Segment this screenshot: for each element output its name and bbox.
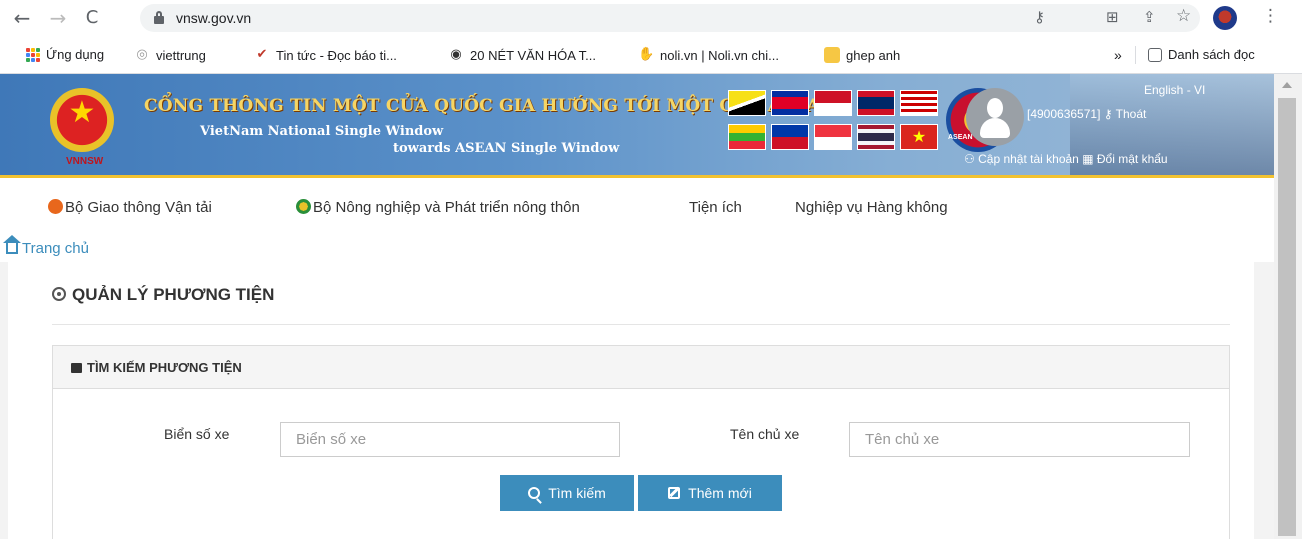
banner-subtitle-1: VietNam National Single Window xyxy=(200,124,444,139)
add-new-button[interactable]: Thêm mới xyxy=(638,475,782,511)
bookmark-label: noli.vn | Noli.vn chi... xyxy=(660,47,779,63)
laos-flag-icon xyxy=(857,90,895,116)
asean-flags: ★ xyxy=(728,90,940,154)
menu-item-label: Bộ Giao thông Vận tải xyxy=(65,199,212,216)
transport-icon xyxy=(48,199,63,214)
owner-label: Tên chủ xe xyxy=(730,426,800,442)
owner-name-input[interactable] xyxy=(849,422,1190,457)
user-avatar[interactable] xyxy=(966,88,1024,146)
reading-list-label: Danh sách đọc xyxy=(1168,47,1255,62)
bookmarks-bar: Ứng dụng ◎ viettrung ✔ Tin tức - Đọc báo… xyxy=(0,36,1302,74)
search-button-label: Tìm kiếm xyxy=(548,485,606,501)
plate-label: Biển số xe xyxy=(164,426,230,442)
main-menu: Bộ Giao thông Vận tải Bộ Nông nghiệp và … xyxy=(0,181,1274,237)
browser-menu-icon[interactable]: ⋮ xyxy=(1262,6,1279,26)
calendar-icon: ▦ xyxy=(1082,152,1094,166)
key-icon: ⚷ xyxy=(1103,107,1113,121)
banner-subtitle-2: towards ASEAN Single Window xyxy=(393,141,620,156)
malaysia-flag-icon xyxy=(900,90,938,116)
vietnam-flag-icon: ★ xyxy=(900,124,938,150)
globe-icon: ◉ xyxy=(450,47,462,62)
search-section-title-text: TÌM KIẾM PHƯƠNG TIỆN xyxy=(87,360,242,375)
browser-toolbar: ← → C vnsw.gov.vn ⚷ ⊞ ⇪ ☆ ⋮ xyxy=(0,0,1302,36)
translate-icon[interactable]: ⊞ xyxy=(1106,8,1119,26)
bookmark-label: Ứng dụng xyxy=(46,47,105,62)
national-emblem-icon[interactable]: ★ xyxy=(50,88,114,152)
language-switch[interactable]: English - VI xyxy=(1144,83,1205,97)
page-title: QUẢN LÝ PHƯƠNG TIỆN xyxy=(52,285,274,305)
bookmark-label: Tin tức - Đọc báo ti... xyxy=(276,47,397,63)
scroll-thumb[interactable] xyxy=(1278,98,1296,536)
indonesia-flag-icon xyxy=(814,90,852,116)
home-icon xyxy=(3,235,21,254)
bookmark-divider xyxy=(1135,46,1136,64)
bookmark-20-net[interactable]: ◉ 20 NÉT VĂN HÓA T... xyxy=(448,47,596,63)
logout-link[interactable]: Thoát xyxy=(1116,107,1147,121)
thailand-flag-icon xyxy=(857,124,895,150)
reload-button[interactable]: C xyxy=(80,6,104,30)
reading-list-icon xyxy=(1148,47,1162,62)
plate-number-input[interactable] xyxy=(280,422,620,457)
bookmark-tintuc[interactable]: ✔ Tin tức - Đọc báo ti... xyxy=(254,47,397,63)
asean-label: ASEAN xyxy=(948,134,973,141)
vnnsw-label: VNNSW xyxy=(66,156,104,167)
page-title-text: QUẢN LÝ PHƯƠNG TIỆN xyxy=(72,285,275,304)
edit-icon xyxy=(668,487,681,499)
search-section-title: TÌM KIẾM PHƯƠNG TIỆN xyxy=(71,360,242,375)
hand-icon: ✋ xyxy=(638,47,655,62)
back-button[interactable]: ← xyxy=(10,6,34,30)
cambodia-flag-icon xyxy=(771,90,809,116)
globe-icon: ◎ xyxy=(136,47,148,62)
bookmarks-overflow[interactable]: » xyxy=(1114,47,1122,63)
philippines-flag-icon xyxy=(771,124,809,150)
user-icon: ⚇ xyxy=(964,152,975,166)
account-id: [4900636571] xyxy=(1027,107,1101,121)
bookmark-label: 20 NÉT VĂN HÓA T... xyxy=(470,47,596,63)
singapore-flag-icon xyxy=(814,124,852,150)
menu-item-transport[interactable]: Bộ Giao thông Vận tải xyxy=(48,199,212,216)
myanmar-flag-icon xyxy=(728,124,766,150)
brunei-flag-icon xyxy=(728,90,766,116)
binoculars-icon xyxy=(71,363,82,373)
bookmark-label: ghep anh xyxy=(846,47,901,63)
update-account-link[interactable]: Cập nhật tài khoản xyxy=(978,152,1079,166)
forward-button[interactable]: → xyxy=(46,6,70,30)
lock-icon xyxy=(154,11,164,24)
bookmark-star-icon[interactable]: ☆ xyxy=(1176,6,1191,26)
bookmark-noli[interactable]: ✋ noli.vn | Noli.vn chi... xyxy=(638,47,779,63)
bookmark-ghep-anh[interactable]: ghep anh xyxy=(824,47,900,63)
folder-icon xyxy=(824,47,840,63)
account-links: ⚇ Cập nhật tài khoản ▦ Đổi mật khẩu xyxy=(964,152,1168,166)
breadcrumb: Trang chủ xyxy=(3,235,89,257)
share-icon[interactable]: ⇪ xyxy=(1143,8,1156,26)
search-button[interactable]: Tìm kiếm xyxy=(500,475,634,511)
bookmark-label: viettrung xyxy=(156,47,206,63)
account-info: [4900636571] ⚷ Thoát xyxy=(1027,107,1146,121)
bookmark-viettrung[interactable]: ◎ viettrung xyxy=(134,47,206,63)
title-divider xyxy=(52,324,1230,325)
apps-grid-icon xyxy=(26,47,40,62)
profile-avatar[interactable] xyxy=(1213,6,1237,30)
search-section-header: TÌM KIẾM PHƯƠNG TIỆN xyxy=(53,346,1229,389)
menu-item-aviation[interactable]: Nghiệp vụ Hàng không xyxy=(795,199,948,216)
breadcrumb-home-link[interactable]: Trang chủ xyxy=(22,240,89,257)
menu-item-agriculture[interactable]: Bộ Nông nghiệp và Phát triển nông thôn xyxy=(296,199,580,216)
change-password-link[interactable]: Đổi mật khẩu xyxy=(1097,152,1168,166)
add-new-button-label: Thêm mới xyxy=(688,485,752,501)
agriculture-icon xyxy=(296,199,311,214)
menu-item-label: Bộ Nông nghiệp và Phát triển nông thôn xyxy=(313,199,580,216)
bookmark-apps[interactable]: Ứng dụng xyxy=(26,47,104,62)
gear-icon xyxy=(52,287,66,301)
url-text: vnsw.gov.vn xyxy=(176,10,252,26)
key-icon[interactable]: ⚷ xyxy=(1034,8,1045,26)
reading-list[interactable]: Danh sách đọc xyxy=(1148,47,1255,62)
menu-item-utilities[interactable]: Tiện ích xyxy=(689,199,742,216)
scroll-up-arrow-icon[interactable] xyxy=(1282,82,1292,88)
check-icon: ✔ xyxy=(256,47,268,62)
page-scrollbar[interactable] xyxy=(1274,74,1302,539)
search-icon xyxy=(528,487,541,499)
